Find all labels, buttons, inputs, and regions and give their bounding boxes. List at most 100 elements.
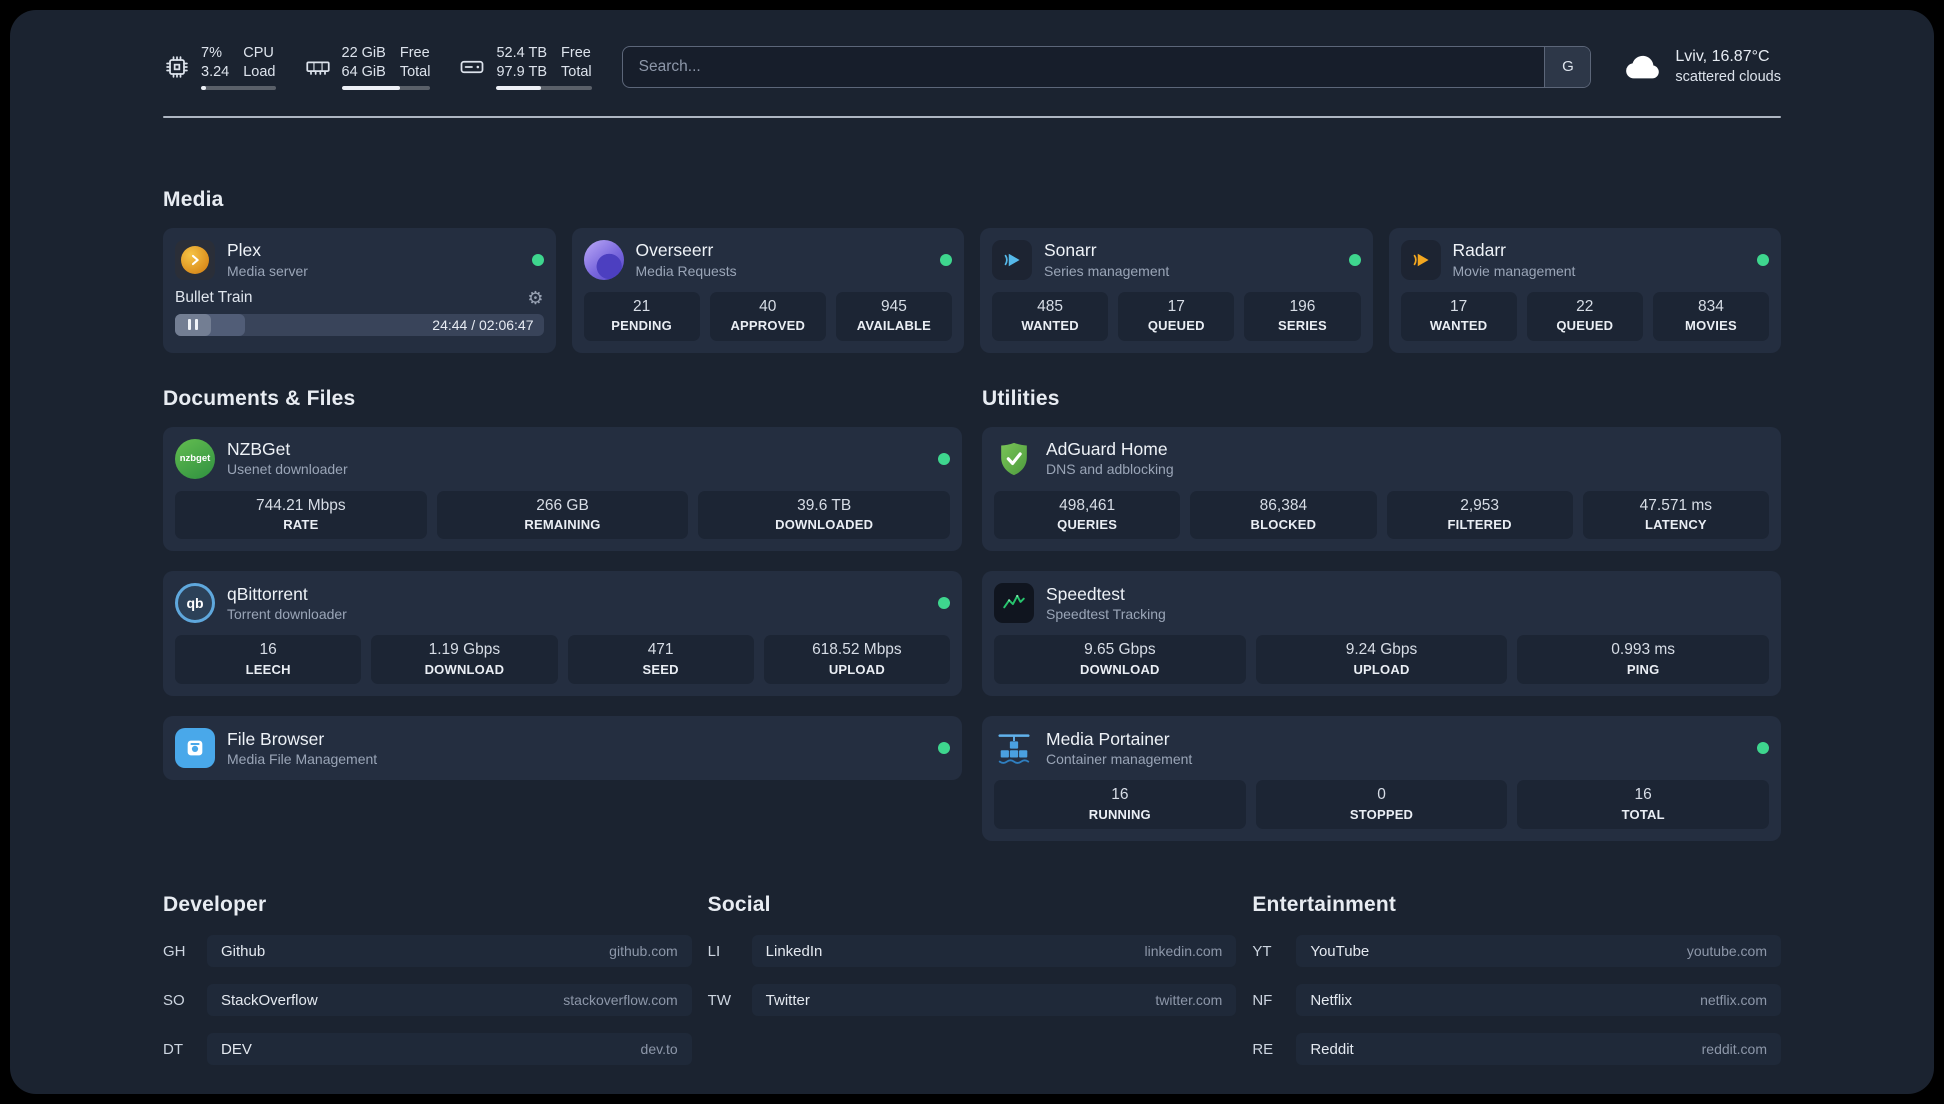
stat-leech: 16 LEECH xyxy=(175,635,362,685)
filebrowser-icon xyxy=(175,728,215,769)
stat-label: REMAINING xyxy=(524,517,601,533)
bookmark-row-twitter: TW Twitter twitter.com xyxy=(708,984,1237,1017)
disk-widget: 52.4 TB 97.9 TB Free Total xyxy=(458,44,592,90)
media-section: Media Plex Media server Bullet Train ⚙ 2… xyxy=(163,188,1781,353)
search-input[interactable] xyxy=(622,57,1591,76)
stat-upload: 9.24 Gbps UPLOAD xyxy=(1255,635,1508,685)
service-subtitle: Media server xyxy=(227,262,308,279)
developer-bookmarks-section: Developer GH Github github.com SO StackO… xyxy=(163,893,692,1066)
memory-free-label: Free xyxy=(399,45,430,61)
bookmark-domain: youtube.com xyxy=(1686,943,1767,960)
service-card-plex[interactable]: Plex Media server Bullet Train ⚙ 24:44 /… xyxy=(163,227,556,353)
stat-label: DOWNLOAD xyxy=(424,662,505,678)
service-card-speedtest[interactable]: Speedtest Speedtest Tracking 9.65 Gbps D… xyxy=(982,571,1781,697)
service-card-overseerr[interactable]: Overseerr Media Requests 21 PENDING 40 A… xyxy=(571,227,964,353)
stat-label: WANTED xyxy=(1429,318,1488,334)
bookmark-domain: dev.to xyxy=(640,1041,678,1058)
stat-approved: 40 APPROVED xyxy=(709,291,826,341)
social-bookmarks-section: Social LI LinkedIn linkedin.com TW Twitt… xyxy=(708,893,1237,1065)
search-engine-button[interactable]: G xyxy=(1544,46,1591,87)
dashboard-page: 7% 3.24 CPU Load 22 GiB 64 GiB Free Tota… xyxy=(10,10,1934,1094)
plex-now-playing: Bullet Train ⚙ 24:44 / 02:06:47 xyxy=(175,289,544,336)
service-card-radarr[interactable]: Radarr Movie management 17 WANTED 22 QUE… xyxy=(1388,227,1781,353)
playback-time: 24:44 / 02:06:47 xyxy=(432,316,534,333)
bookmark-row-netflix: NF Netflix netflix.com xyxy=(1252,984,1781,1017)
bookmark-link-stackoverflow[interactable]: StackOverflow stackoverflow.com xyxy=(207,984,692,1017)
bookmark-name: Twitter xyxy=(765,991,810,1009)
stat-blocked: 86,384 BLOCKED xyxy=(1190,490,1377,540)
stat-value: 39.6 TB xyxy=(797,496,852,514)
stat-value: 17 xyxy=(1167,297,1185,315)
bookmark-name: YouTube xyxy=(1310,942,1370,960)
service-name: Plex xyxy=(227,240,262,261)
status-dot xyxy=(938,597,950,610)
stat-label: STOPPED xyxy=(1349,806,1414,822)
stat-value: 498,461 xyxy=(1059,496,1116,514)
bookmark-link-dev[interactable]: DEV dev.to xyxy=(207,1033,692,1066)
stat-value: 196 xyxy=(1289,297,1316,315)
stat-queries: 498,461 QUERIES xyxy=(994,490,1181,540)
stat-remaining: 266 GB REMAINING xyxy=(436,490,689,540)
service-card-portainer[interactable]: Media Portainer Container management 16 … xyxy=(982,716,1781,842)
service-subtitle: Speedtest Tracking xyxy=(1046,606,1166,623)
bookmark-name: Netflix xyxy=(1310,991,1353,1009)
weather-widget[interactable]: Lviv, 16.87°C scattered clouds xyxy=(1621,46,1781,88)
sonarr-icon xyxy=(992,239,1032,280)
service-stats: 17 WANTED 22 QUEUED 834 MOVIES xyxy=(1400,291,1770,341)
stat-value: 618.52 Mbps xyxy=(812,641,902,659)
service-name: NZBGet xyxy=(227,439,291,460)
service-card-nzbget[interactable]: nzbget NZBGet Usenet downloader 744.21 M… xyxy=(163,426,962,552)
service-subtitle: Media File Management xyxy=(227,751,378,768)
stat-label: WANTED xyxy=(1021,318,1079,334)
stat-label: RUNNING xyxy=(1088,806,1151,822)
service-stats: 485 WANTED 17 QUEUED 196 SERIES xyxy=(992,291,1361,341)
bookmark-row-stackoverflow: SO StackOverflow stackoverflow.com xyxy=(163,984,692,1017)
stat-queued: 22 QUEUED xyxy=(1526,291,1643,341)
status-dot xyxy=(938,452,950,465)
stat-label: TOTAL xyxy=(1621,806,1665,822)
stat-download: 1.19 Gbps DOWNLOAD xyxy=(371,635,558,685)
stat-pending: 21 PENDING xyxy=(583,291,700,341)
service-card-qbittorrent[interactable]: qb qBittorrent Torrent downloader 16 LEE… xyxy=(163,571,962,697)
service-card-sonarr[interactable]: Sonarr Series management 485 WANTED 17 Q… xyxy=(980,227,1373,353)
search-bar: G xyxy=(621,45,1592,88)
service-card-adguard[interactable]: AdGuard Home DNS and adblocking 498,461 … xyxy=(982,426,1781,552)
now-playing-title: Bullet Train xyxy=(175,288,253,306)
radarr-icon xyxy=(1400,239,1441,280)
stat-label: DOWNLOAD xyxy=(1080,662,1160,678)
bookmark-link-twitter[interactable]: Twitter twitter.com xyxy=(751,984,1237,1017)
stat-value: 266 GB xyxy=(536,496,589,514)
playback-progress-bar[interactable]: 24:44 / 02:06:47 xyxy=(175,313,544,336)
service-stats: 21 PENDING 40 APPROVED 945 AVAILABLE xyxy=(583,291,953,341)
bookmark-link-github[interactable]: Github github.com xyxy=(207,935,692,968)
stat-label: QUEUED xyxy=(1556,318,1614,334)
bookmark-name: LinkedIn xyxy=(765,942,823,960)
status-dot xyxy=(938,742,950,755)
bookmark-abbr: RE xyxy=(1252,1040,1274,1058)
bookmark-domain: github.com xyxy=(609,943,678,960)
disk-usage-bar xyxy=(496,85,592,90)
cpu-load-label: Load xyxy=(243,63,276,80)
entertainment-bookmarks-section: Entertainment YT YouTube youtube.com NF … xyxy=(1252,893,1781,1066)
gear-icon[interactable]: ⚙ xyxy=(527,289,543,307)
stat-label: DOWNLOADED xyxy=(775,517,874,533)
cpu-usage-bar xyxy=(201,85,276,90)
bookmark-link-netflix[interactable]: Netflix netflix.com xyxy=(1296,984,1781,1017)
media-section-title: Media xyxy=(163,187,224,211)
service-card-filebrowser[interactable]: File Browser Media File Management xyxy=(163,716,962,781)
bookmark-link-linkedin[interactable]: LinkedIn linkedin.com xyxy=(751,935,1237,968)
disk-total-value: 97.9 TB xyxy=(496,63,548,80)
cloud-icon xyxy=(1626,55,1660,79)
stat-value: 21 xyxy=(632,297,651,315)
service-subtitle: Container management xyxy=(1046,751,1193,768)
bookmark-link-youtube[interactable]: YouTube youtube.com xyxy=(1296,935,1781,968)
service-name: File Browser xyxy=(227,729,325,750)
pause-icon[interactable] xyxy=(175,313,211,336)
stat-series: 196 SERIES xyxy=(1244,291,1361,341)
stat-wanted: 17 WANTED xyxy=(1400,291,1517,341)
service-subtitle: DNS and adblocking xyxy=(1046,461,1174,478)
bookmark-link-reddit[interactable]: Reddit reddit.com xyxy=(1296,1033,1781,1066)
service-subtitle: Series management xyxy=(1044,262,1170,279)
stat-value: 471 xyxy=(647,641,674,659)
portainer-icon xyxy=(994,728,1034,768)
